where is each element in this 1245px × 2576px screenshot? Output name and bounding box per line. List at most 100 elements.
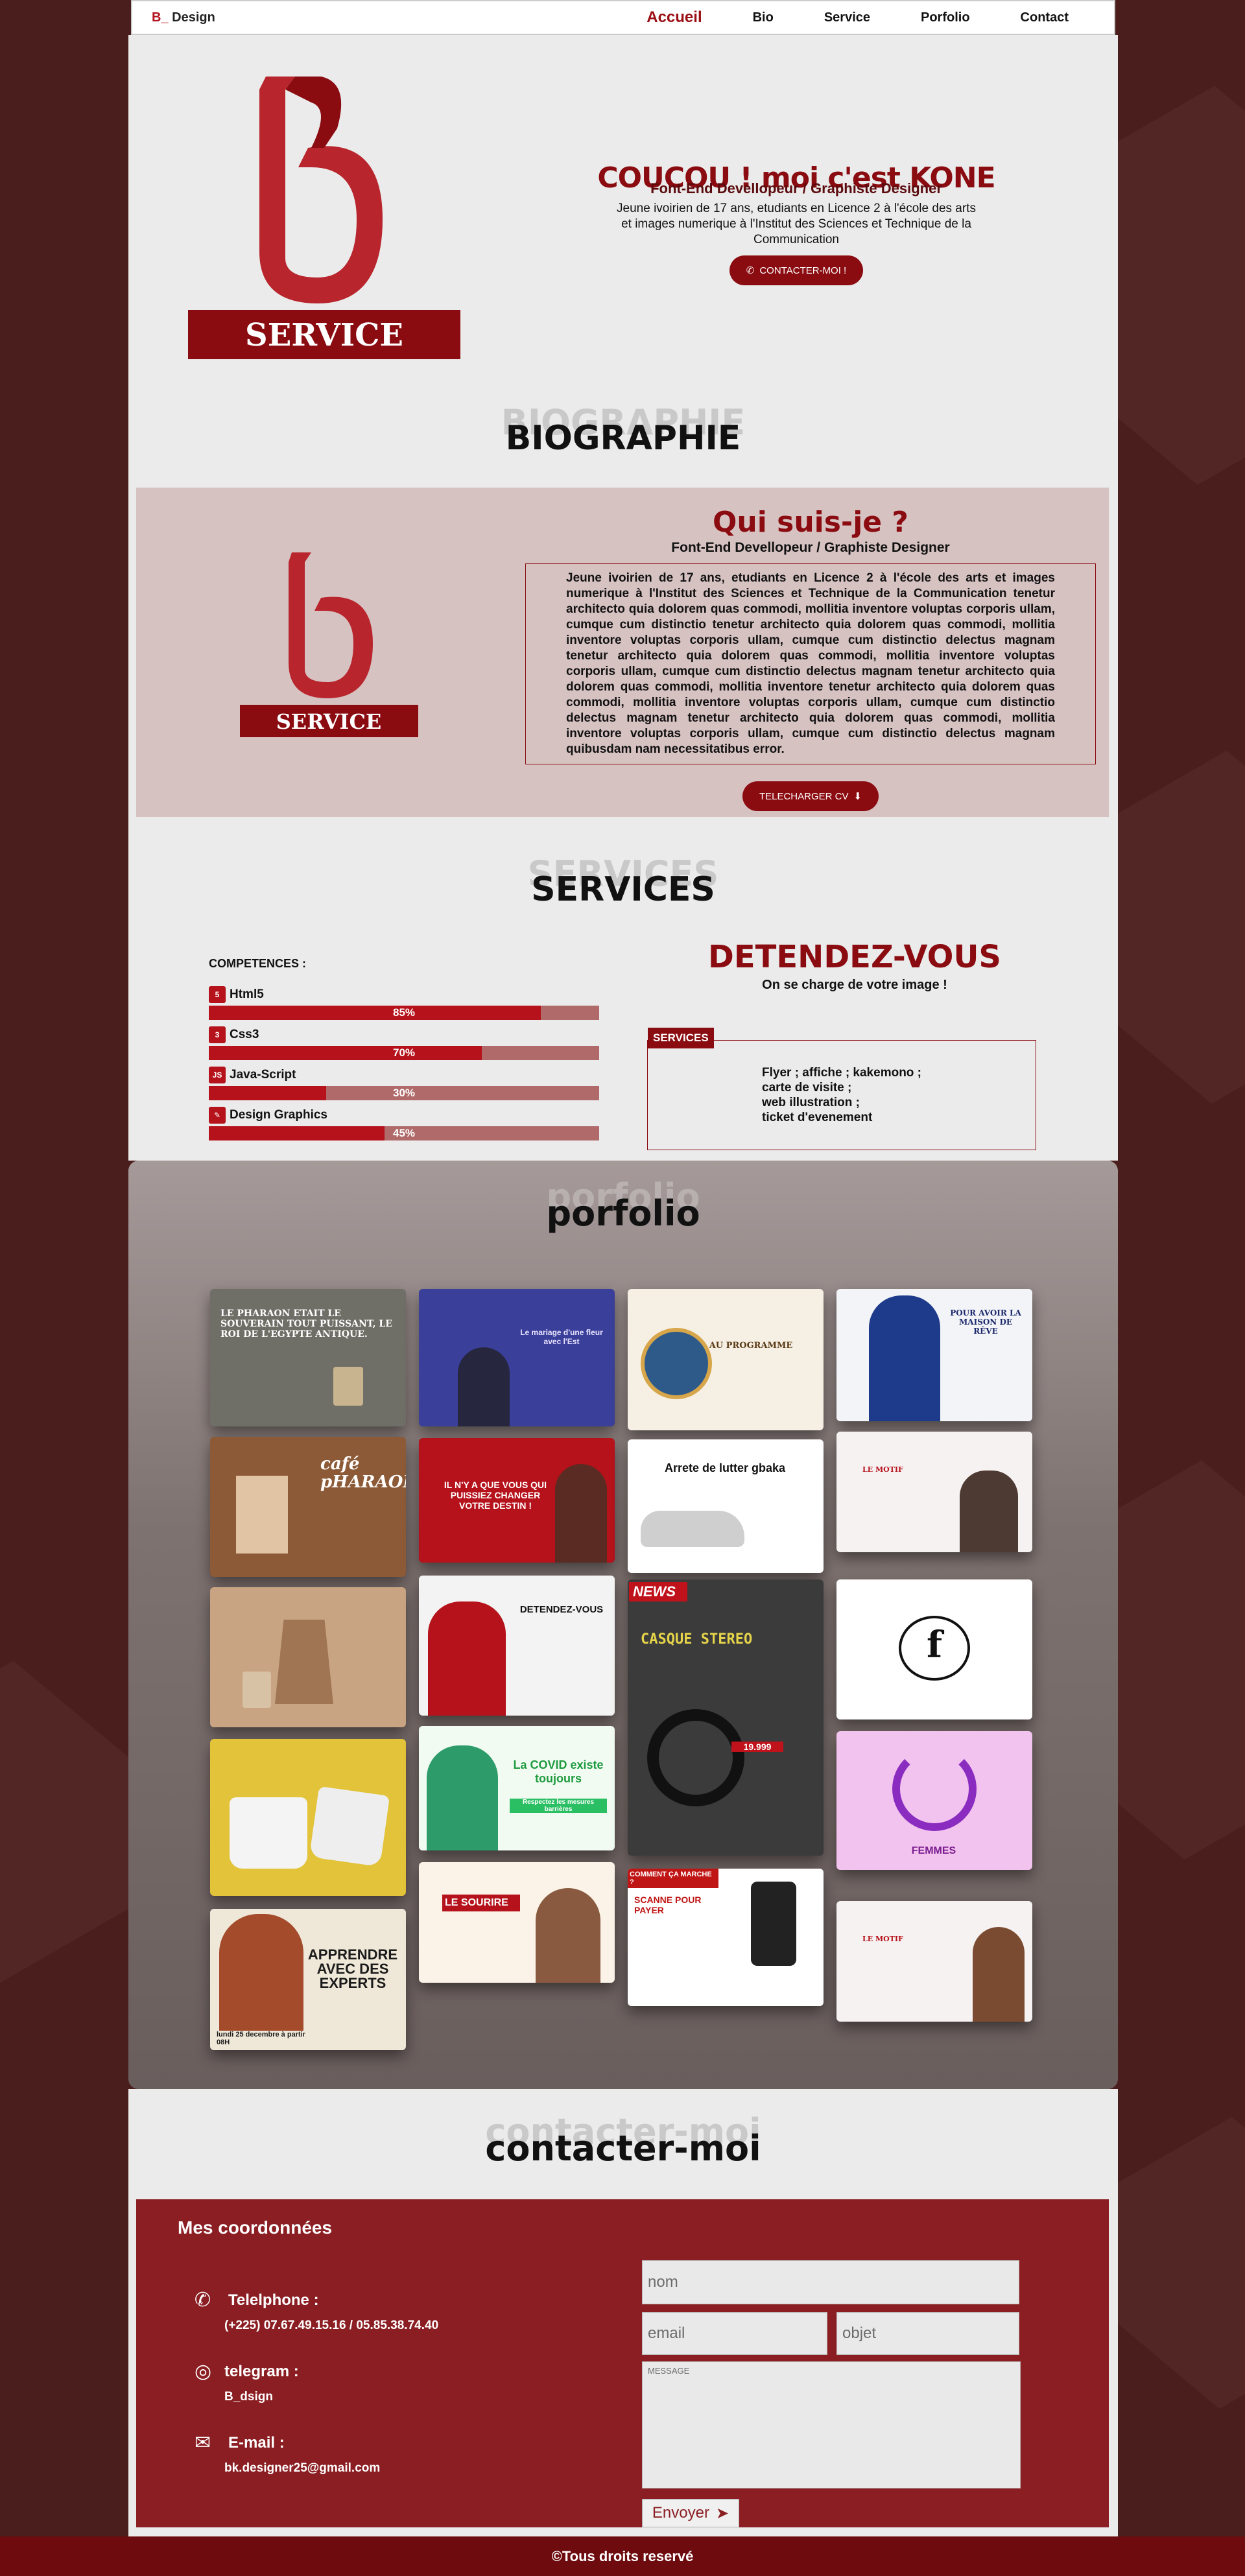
tile-price: 19.999 — [731, 1742, 783, 1752]
portfolio-tile[interactable]: APPRENDRE AVEC DES EXPERTS lundi 25 dece… — [210, 1909, 406, 2050]
portfolio-tile[interactable]: LE MOTIF — [836, 1432, 1032, 1552]
nav-item-accueil[interactable]: Accueil — [646, 8, 702, 27]
service-item: carte de visite ; — [762, 1081, 852, 1094]
download-icon: ⬇ — [853, 791, 862, 802]
skill-html5: 5 Html5 85% — [209, 986, 599, 1020]
tile-caption: POUR AVOIR LA MAISON DE RÊVE — [950, 1308, 1021, 1336]
service-item: web illustration ; — [762, 1096, 860, 1109]
portfolio-tile[interactable]: DETENDEZ-VOUS — [419, 1576, 615, 1716]
bio-title: BIOGRAPHIE BIOGRAPHIE — [128, 402, 1118, 458]
mug-shape — [230, 1797, 307, 1869]
car-shape — [641, 1511, 744, 1547]
services-main-title: SERVICES — [531, 870, 715, 909]
bio-main-title: BIOGRAPHIE — [505, 419, 741, 458]
portfolio-tile[interactable] — [210, 1587, 406, 1727]
portfolio-tile[interactable]: café pHARAON — [210, 1437, 406, 1577]
portfolio-tile[interactable]: f — [836, 1579, 1032, 1719]
skill-name: Java-Script — [230, 1068, 296, 1081]
portfolio-tile[interactable]: LE MOTIF — [836, 1901, 1032, 2022]
portfolio-tile[interactable]: LE SOURIRE — [419, 1862, 615, 1983]
skill-name: Css3 — [230, 1028, 259, 1041]
tile-caption: IL N'Y A QUE VOUS QUI PUISSIEZ CHANGER V… — [444, 1480, 547, 1511]
tile-caption: AU PROGRAMME — [709, 1341, 793, 1351]
portfolio-tile[interactable]: LE PHARAON ETAIT LE SOUVERAIN TOUT PUISS… — [210, 1289, 406, 1426]
contact-me-label: CONTACTER-MOI ! — [759, 265, 847, 276]
coffee-cup-shape — [243, 1672, 271, 1708]
css3-icon: 3 — [209, 1026, 226, 1043]
portfolio-tile[interactable]: NEWS CASQUE STEREO 19.999 — [628, 1579, 824, 1856]
nav-item-contact[interactable]: Contact — [1021, 10, 1069, 25]
contact-main-title: contacter-moi — [485, 2128, 761, 2169]
skill-javascript: JS Java-Script 30% — [209, 1067, 599, 1100]
portfolio-tile[interactable]: Le mariage d'une fleur avec l'Est — [419, 1289, 615, 1426]
nav-item-bio[interactable]: Bio — [753, 10, 774, 25]
download-cv-label: TELECHARGER CV — [759, 790, 849, 802]
skill-percent: 70% — [392, 1046, 416, 1059]
headphones-shape — [647, 1709, 744, 1806]
services-box: SERVICES Flyer ; affiche ; kakemono ; ca… — [647, 1028, 1036, 1150]
portfolio-tile[interactable]: AU PROGRAMME — [628, 1289, 824, 1430]
html5-icon: 5 — [209, 986, 226, 1003]
brand-mark: B_ — [152, 10, 169, 25]
brand-logo[interactable]: B_ Design — [152, 10, 215, 25]
subject-input[interactable]: objet — [836, 2312, 1019, 2355]
skill-bar: 85% — [209, 1006, 599, 1020]
skill-percent: 45% — [392, 1127, 416, 1139]
envelope-icon: ✉ — [195, 2432, 211, 2453]
tile-caption: café pHARAON — [320, 1454, 406, 1492]
download-cv-button[interactable]: TELECHARGER CV ⬇ — [742, 781, 879, 811]
skill-name: Design Graphics — [230, 1108, 327, 1122]
portrait-shape — [960, 1471, 1018, 1552]
contact-section: contacter-moi contacter-moi Mes coordonn… — [128, 2089, 1118, 2536]
b-service-logo: SERVICE — [188, 77, 460, 359]
portfolio-tile[interactable] — [210, 1739, 406, 1896]
tile-header: COMMENT ÇA MARCHE ? — [628, 1869, 718, 1888]
nav-item-service[interactable]: Service — [824, 10, 870, 25]
skill-name: Html5 — [230, 987, 264, 1001]
tile-caption: Le mariage d'une fleur avec l'Est — [520, 1328, 603, 1346]
instagram-icon: ◎ — [195, 2361, 212, 2382]
tile-caption: APPRENDRE AVEC DES EXPERTS — [307, 1946, 398, 1991]
laurel-shape — [892, 1747, 977, 1831]
navbar: B_ Design Accueil Bio Service Porfolio C… — [131, 0, 1115, 35]
portfolio-tile[interactable]: La COVID existe toujours Respectez les m… — [419, 1726, 615, 1850]
portrait-shape — [428, 1601, 506, 1716]
tile-caption: LE PHARAON ETAIT LE SOUVERAIN TOUT PUISS… — [220, 1308, 392, 1340]
skill-design-graphics: ✎ Design Graphics 45% — [209, 1107, 599, 1140]
bio-subtitle: Font-End Devellopeur / Graphiste Designe… — [671, 540, 950, 555]
mug-shape — [309, 1786, 390, 1867]
portfolio-section: porfolio porfolio LE PHARAON ETAIT LE SO… — [128, 1161, 1118, 2089]
message-textarea[interactable]: MESSAGE — [642, 2361, 1021, 2488]
tile-caption: SCANNE POUR PAYER — [634, 1895, 702, 1915]
services-list: Flyer ; affiche ; kakemono ; carte de vi… — [762, 1065, 921, 1125]
portfolio-tile[interactable]: POUR AVOIR LA MAISON DE RÊVE — [836, 1289, 1032, 1421]
promo-block: DETENDEZ-VOUS On se charge de votre imag… — [647, 939, 1062, 993]
nav-item-porfolio[interactable]: Porfolio — [921, 10, 970, 25]
send-button[interactable]: Envoyer ➤ — [642, 2499, 739, 2527]
name-input[interactable]: nom — [642, 2260, 1019, 2304]
tile-subcaption: Respectez les mesures barrières — [510, 1799, 607, 1813]
coords-title: Mes coordonnées — [178, 2217, 333, 2238]
contact-me-button[interactable]: ✆ CONTACTER-MOI ! — [729, 255, 864, 285]
skill-percent: 30% — [392, 1087, 416, 1099]
bio-text: Jeune ivoirien de 17 ans, etudiants en L… — [525, 563, 1096, 764]
email-input[interactable]: email — [642, 2312, 827, 2355]
hero-description: Jeune ivoirien de 17 ans, etudiants en L… — [617, 202, 976, 246]
portfolio-tile[interactable]: IL N'Y A QUE VOUS QUI PUISSIEZ CHANGER V… — [419, 1438, 615, 1563]
services-tag: SERVICES — [648, 1028, 714, 1048]
logo-word-small: SERVICE — [276, 709, 382, 734]
phone-icon: ✆ — [195, 2289, 211, 2311]
portfolio-tile[interactable]: FEMMES — [836, 1731, 1032, 1870]
coord-telegram: ◎ telegram : B_dsign — [195, 2361, 299, 2404]
tile-caption: LE SOURIRE — [442, 1895, 520, 1911]
portrait-shape — [869, 1295, 940, 1421]
portrait-shape — [427, 1745, 498, 1850]
portrait-shape — [219, 1914, 303, 2031]
phone-shape — [751, 1882, 796, 1966]
promo-subtitle: On se charge de votre image ! — [762, 978, 947, 992]
skill-bar: 45% — [209, 1126, 599, 1140]
portfolio-tile[interactable]: Arrete de lutter gbaka — [628, 1439, 824, 1573]
telegram-value: B_dsign — [224, 2390, 273, 2404]
telegram-label: telegram : — [224, 2363, 299, 2380]
portfolio-tile[interactable]: COMMENT ÇA MARCHE ? SCANNE POUR PAYER — [628, 1869, 824, 2006]
